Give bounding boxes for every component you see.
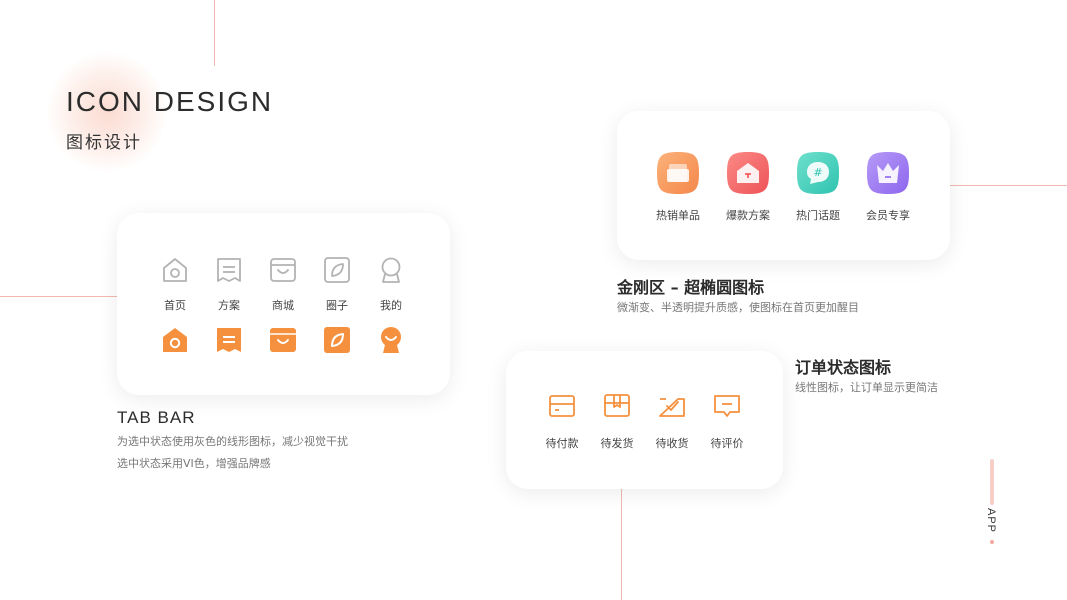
shop-bag-active-icon[interactable] — [268, 325, 298, 355]
decor-line-bottom — [621, 489, 622, 600]
tab-label-mine: 我的 — [380, 299, 402, 312]
side-accent-dot — [990, 540, 994, 544]
crown-icon[interactable] — [866, 151, 910, 195]
package-icon[interactable] — [602, 391, 632, 421]
chat-hash-icon[interactable]: # — [796, 151, 840, 195]
document-active-icon[interactable] — [214, 325, 244, 355]
home-icon[interactable] — [160, 255, 190, 285]
user-active-icon[interactable] — [376, 325, 406, 355]
kk-label-hot-topic: 热门话题 — [796, 209, 840, 222]
shop-bag-icon[interactable] — [268, 255, 298, 285]
kk-label-hot-item: 热销单品 — [656, 209, 700, 222]
order-label-ship: 待发货 — [600, 437, 634, 450]
decor-line-left — [0, 296, 118, 297]
document-icon[interactable] — [214, 255, 244, 285]
order-title: 订单状态图标 — [795, 358, 892, 377]
leaf-circle-active-icon[interactable] — [322, 325, 352, 355]
user-icon[interactable] — [376, 255, 406, 285]
home-active-icon[interactable] — [160, 325, 190, 355]
kk-label-member: 会员专享 — [866, 209, 910, 222]
tab-label-plan: 方案 — [218, 299, 240, 312]
order-label-review: 待评价 — [710, 437, 744, 450]
house-icon[interactable] — [726, 151, 770, 195]
leaf-circle-icon[interactable] — [322, 255, 352, 285]
decor-line-right — [950, 185, 1067, 186]
receive-box-icon[interactable] — [657, 391, 687, 421]
tabbar-card: 首页 方案 商城 圈子 我的 — [117, 213, 450, 395]
comment-icon[interactable] — [712, 391, 742, 421]
page-title: ICON DESIGN — [66, 86, 274, 117]
app-label: APP — [985, 508, 997, 534]
kingkong-card: # 热销单品 爆款方案 热门话题 会员专享 — [617, 111, 950, 260]
kingkong-title: 金刚区 – 超椭圆图标 — [617, 278, 765, 297]
order-desc: 线性图标，让订单显示更简洁 — [795, 381, 938, 394]
order-label-receive: 待收货 — [655, 437, 689, 450]
tabbar-desc-line2: 选中状态采用VI色，增强品牌感 — [117, 457, 271, 470]
tab-label-home: 首页 — [164, 299, 186, 312]
kingkong-desc: 微渐变、半透明提升质感，使图标在首页更加醒目 — [617, 301, 859, 314]
tab-label-shop: 商城 — [272, 299, 294, 312]
tabbar-title: TAB BAR — [117, 408, 196, 427]
tab-label-circle: 圈子 — [326, 299, 348, 312]
tabbar-desc-line1: 为选中状态使用灰色的线形图标，减少视觉干扰 — [117, 435, 348, 448]
wallet-icon[interactable] — [547, 391, 577, 421]
kk-label-hot-plan: 爆款方案 — [726, 209, 770, 222]
svg-text:#: # — [813, 166, 822, 179]
side-accent-bar — [990, 459, 994, 505]
page-subtitle: 图标设计 — [66, 133, 142, 153]
box-icon[interactable] — [656, 151, 700, 195]
order-label-pay: 待付款 — [545, 437, 579, 450]
decor-line-top — [214, 0, 215, 66]
order-card: 待付款 待发货 待收货 待评价 — [506, 351, 783, 489]
